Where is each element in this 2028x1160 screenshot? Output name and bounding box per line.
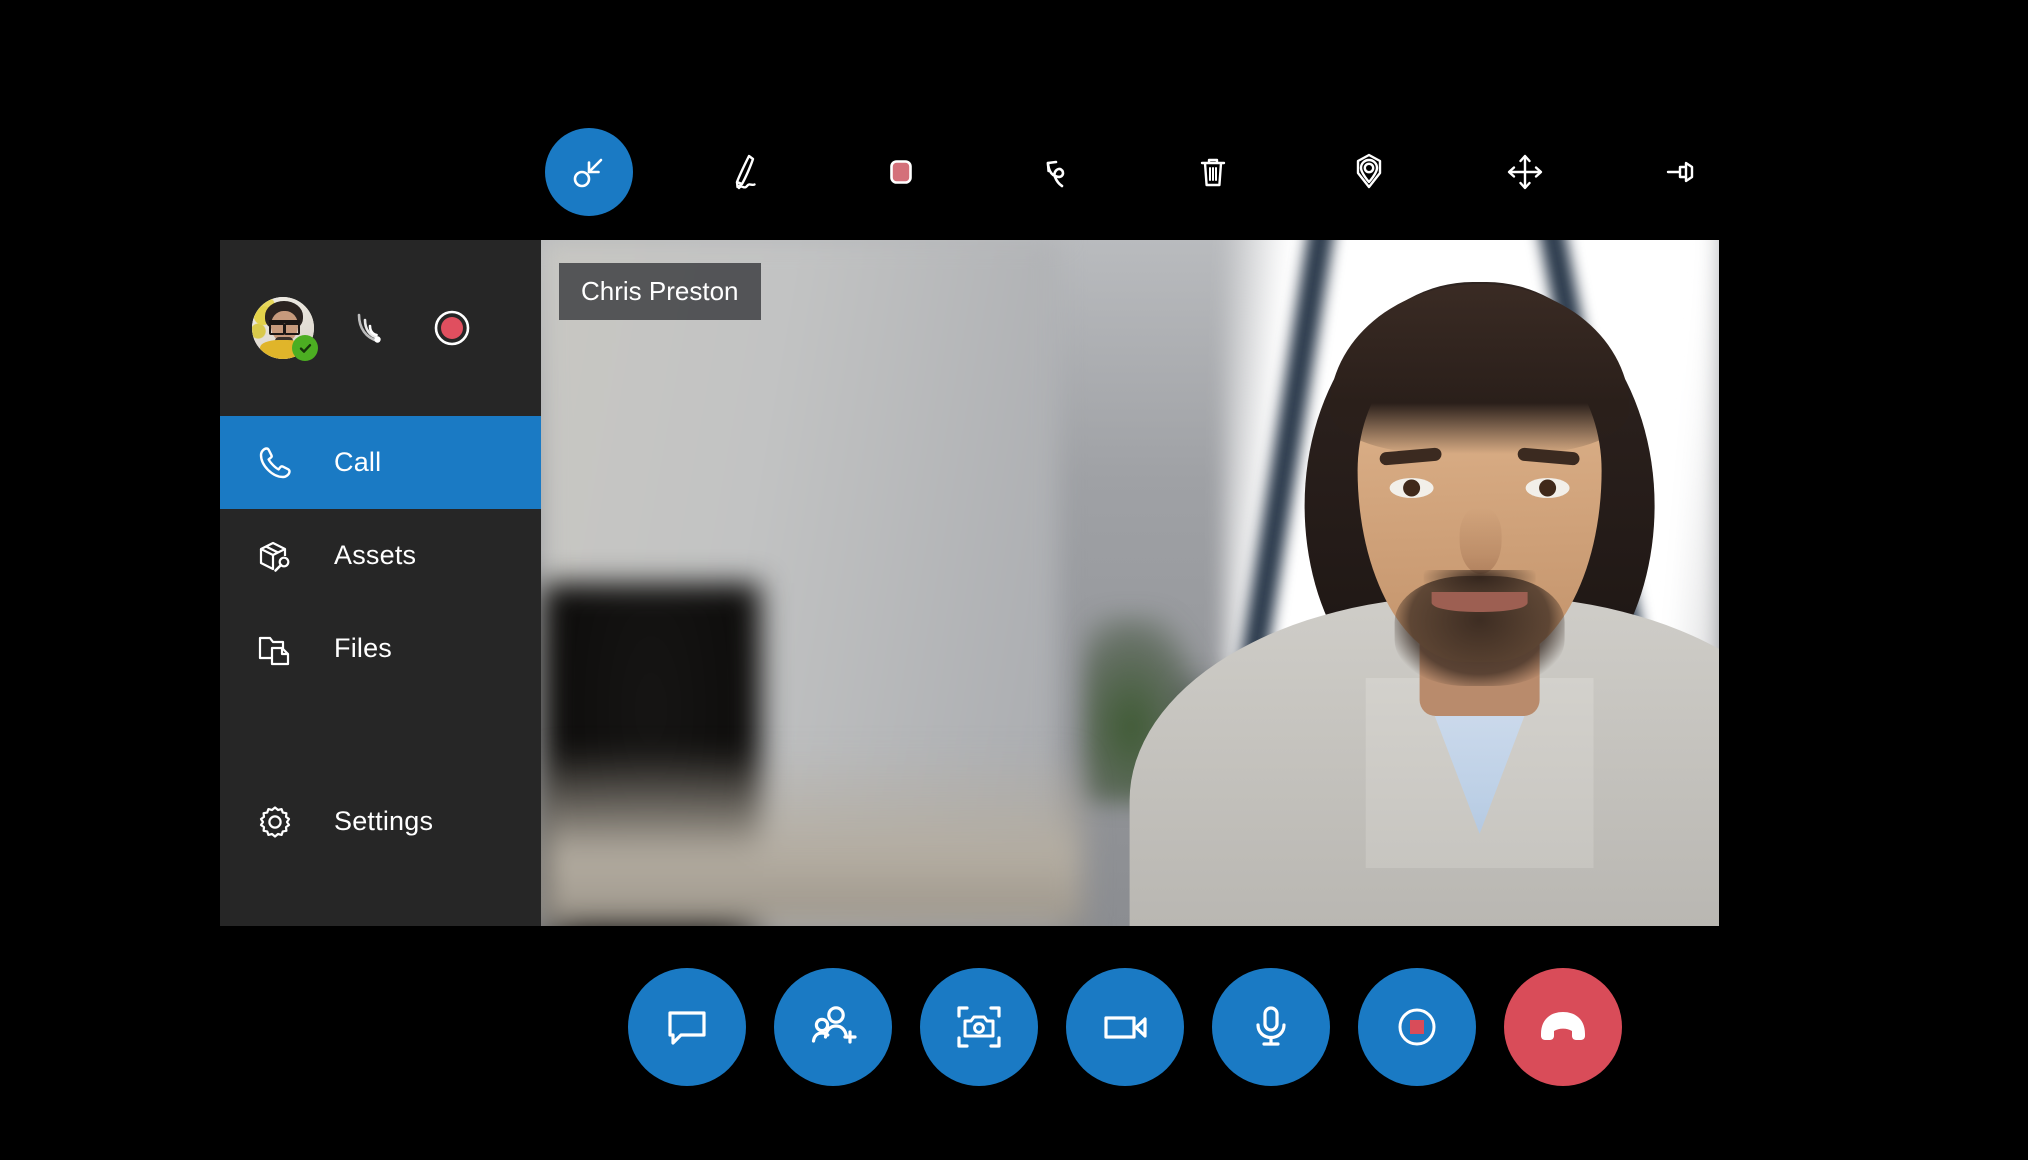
trash-icon bbox=[1191, 150, 1235, 194]
undo-icon bbox=[1035, 150, 1079, 194]
sidebar: Call Assets Files Settings bbox=[220, 240, 541, 926]
add-participant-button[interactable] bbox=[774, 968, 892, 1086]
sidebar-item-call[interactable]: Call bbox=[220, 416, 541, 509]
stop-recording-button[interactable] bbox=[1358, 968, 1476, 1086]
call-control-bar bbox=[628, 968, 1622, 1086]
microphone-icon bbox=[1243, 999, 1299, 1055]
sidebar-item-label: Assets bbox=[334, 540, 417, 570]
main-panel: Call Assets Files Settings Chris Preston bbox=[220, 240, 1719, 926]
hang-up-icon bbox=[1533, 997, 1593, 1057]
pen-tool[interactable] bbox=[701, 128, 789, 216]
end-call-button[interactable] bbox=[1504, 968, 1622, 1086]
phone-icon bbox=[252, 440, 298, 486]
pin-toolbar-button[interactable] bbox=[1637, 128, 1725, 216]
add-person-icon bbox=[805, 999, 861, 1055]
toggle-mic-button[interactable] bbox=[1212, 968, 1330, 1086]
stop-record-icon bbox=[1389, 999, 1445, 1055]
move-tool[interactable] bbox=[1481, 128, 1569, 216]
select-pointer-tool[interactable] bbox=[545, 128, 633, 216]
participant-name-tag: Chris Preston bbox=[559, 263, 761, 320]
capture-photo-button[interactable] bbox=[920, 968, 1038, 1086]
pen-icon bbox=[723, 150, 767, 194]
connection-strength-icon bbox=[350, 306, 394, 350]
undo-button[interactable] bbox=[1013, 128, 1101, 216]
avatar[interactable] bbox=[252, 297, 318, 361]
camera-capture-icon bbox=[951, 999, 1007, 1055]
recording-indicator[interactable] bbox=[430, 306, 474, 350]
pushpin-icon bbox=[1658, 150, 1704, 194]
location-marker-icon bbox=[1346, 149, 1392, 195]
box-wrench-icon bbox=[252, 533, 298, 579]
color-swatch[interactable] bbox=[857, 128, 945, 216]
pointer-select-icon bbox=[567, 150, 611, 194]
app-root: Call Assets Files Settings Chris Preston bbox=[0, 0, 2028, 1160]
video-camera-icon bbox=[1097, 999, 1153, 1055]
chat-bubble-icon bbox=[659, 999, 715, 1055]
folder-document-icon bbox=[252, 626, 298, 672]
gear-icon bbox=[252, 799, 298, 845]
video-feed[interactable]: Chris Preston bbox=[541, 240, 1719, 926]
color-swatch-icon bbox=[879, 150, 923, 194]
check-badge-icon bbox=[292, 335, 318, 361]
annotation-toolbar bbox=[545, 128, 1725, 216]
sidebar-item-settings[interactable]: Settings bbox=[220, 775, 541, 868]
sidebar-item-label: Files bbox=[334, 633, 393, 663]
sidebar-item-label: Call bbox=[334, 447, 382, 477]
sidebar-item-files[interactable]: Files bbox=[220, 602, 541, 695]
sidebar-item-label: Settings bbox=[334, 806, 434, 836]
video-subject bbox=[1100, 240, 1719, 926]
delete-button[interactable] bbox=[1169, 128, 1257, 216]
move-arrows-icon bbox=[1503, 150, 1547, 194]
sidebar-header bbox=[220, 240, 541, 416]
chat-button[interactable] bbox=[628, 968, 746, 1086]
toggle-video-button[interactable] bbox=[1066, 968, 1184, 1086]
sidebar-item-assets[interactable]: Assets bbox=[220, 509, 541, 602]
place-marker-tool[interactable] bbox=[1325, 128, 1413, 216]
